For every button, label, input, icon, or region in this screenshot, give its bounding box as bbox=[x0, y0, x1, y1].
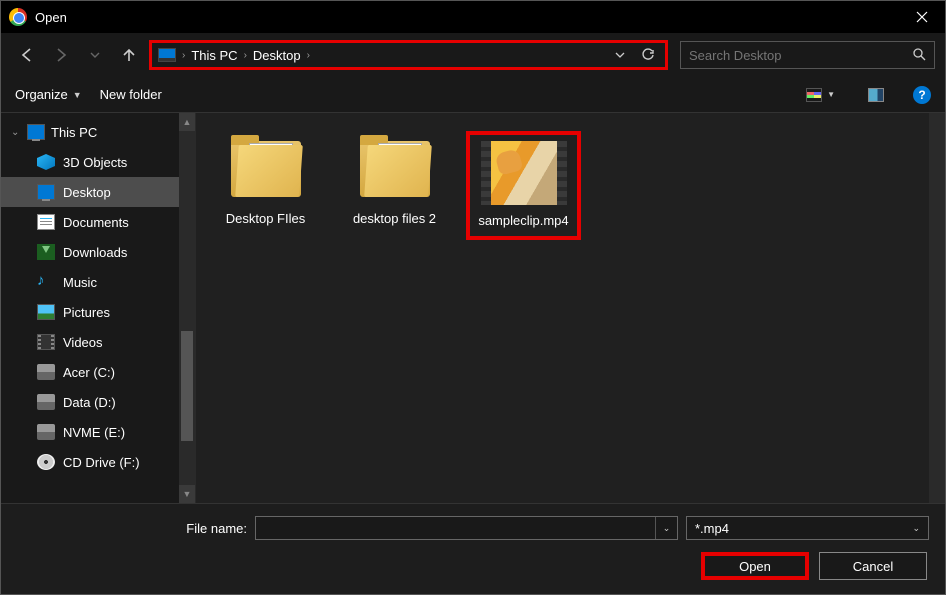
this-pc-icon bbox=[158, 48, 176, 62]
cube-icon bbox=[37, 154, 55, 170]
filename-dropdown[interactable]: ⌄ bbox=[655, 517, 677, 539]
chrome-icon bbox=[9, 8, 27, 26]
titlebar: Open bbox=[1, 1, 945, 33]
drive-icon bbox=[37, 364, 55, 380]
chevron-down-icon: ⌄ bbox=[912, 523, 920, 534]
sidebar-item-videos[interactable]: Videos bbox=[1, 327, 179, 357]
content-scrollbar[interactable] bbox=[929, 113, 945, 503]
breadcrumb-folder[interactable]: Desktop bbox=[253, 48, 301, 63]
scroll-up-icon[interactable]: ▲ bbox=[179, 113, 195, 131]
folder-desktop-files-2[interactable]: desktop files 2 bbox=[337, 131, 452, 232]
address-dropdown[interactable] bbox=[609, 43, 631, 67]
chevron-right-icon: › bbox=[182, 50, 185, 61]
scrollbar-thumb[interactable] bbox=[181, 331, 193, 441]
filename-input[interactable] bbox=[256, 517, 655, 539]
sidebar-item-data-d[interactable]: Data (D:) bbox=[1, 387, 179, 417]
folder-icon bbox=[356, 135, 434, 203]
cd-icon bbox=[37, 454, 55, 470]
view-options-button[interactable] bbox=[803, 84, 825, 106]
videos-icon bbox=[37, 334, 55, 350]
chevron-down-icon: ▼ bbox=[73, 90, 82, 100]
back-button[interactable] bbox=[13, 41, 41, 69]
scroll-down-icon[interactable]: ▼ bbox=[179, 485, 195, 503]
drive-icon bbox=[37, 424, 55, 440]
file-list[interactable]: Desktop FIles desktop files 2 sampleclip… bbox=[196, 113, 945, 503]
preview-pane-button[interactable] bbox=[865, 84, 887, 106]
new-folder-button[interactable]: New folder bbox=[100, 87, 162, 102]
organize-menu[interactable]: Organize ▼ bbox=[15, 87, 82, 102]
filename-field[interactable]: ⌄ bbox=[255, 516, 678, 540]
music-icon: ♪ bbox=[37, 274, 55, 290]
folder-icon bbox=[227, 135, 305, 203]
document-icon bbox=[37, 214, 55, 230]
breadcrumb-root[interactable]: This PC bbox=[191, 48, 237, 63]
address-bar[interactable]: › This PC › Desktop › bbox=[149, 40, 668, 70]
pictures-icon bbox=[37, 304, 55, 320]
chevron-right-icon: › bbox=[307, 50, 310, 61]
forward-button[interactable] bbox=[47, 41, 75, 69]
filename-label: File name: bbox=[17, 521, 247, 536]
sidebar-item-documents[interactable]: Documents bbox=[1, 207, 179, 237]
refresh-button[interactable] bbox=[637, 43, 659, 67]
sidebar-item-nvme-e[interactable]: NVME (E:) bbox=[1, 417, 179, 447]
help-button[interactable]: ? bbox=[913, 86, 931, 104]
window-title: Open bbox=[35, 10, 899, 25]
pc-icon bbox=[27, 124, 45, 140]
sidebar-scrollbar[interactable]: ▲ ▼ bbox=[179, 113, 195, 503]
sidebar-item-music[interactable]: ♪Music bbox=[1, 267, 179, 297]
download-icon bbox=[37, 244, 55, 260]
chevron-right-icon: › bbox=[244, 50, 247, 61]
close-button[interactable] bbox=[899, 1, 945, 33]
drive-icon bbox=[37, 394, 55, 410]
up-button[interactable] bbox=[115, 41, 143, 69]
folder-desktop-files[interactable]: Desktop FIles bbox=[208, 131, 323, 232]
sidebar-item-3d-objects[interactable]: 3D Objects bbox=[1, 147, 179, 177]
view-dropdown[interactable]: ▼ bbox=[827, 90, 835, 99]
sidebar-item-acer-c[interactable]: Acer (C:) bbox=[1, 357, 179, 387]
sidebar-item-this-pc[interactable]: ⌄ This PC bbox=[1, 117, 179, 147]
navigation-tree: ⌄ This PC 3D Objects Desktop Documents D… bbox=[1, 113, 179, 503]
open-button[interactable]: Open bbox=[701, 552, 809, 580]
file-type-filter[interactable]: *.mp4 ⌄ bbox=[686, 516, 929, 540]
search-icon bbox=[912, 47, 926, 64]
desktop-icon bbox=[37, 184, 55, 200]
file-sampleclip-mp4[interactable]: sampleclip.mp4 bbox=[466, 131, 581, 240]
sidebar-item-downloads[interactable]: Downloads bbox=[1, 237, 179, 267]
cancel-button[interactable]: Cancel bbox=[819, 552, 927, 580]
recent-dropdown[interactable] bbox=[81, 41, 109, 69]
sidebar-item-pictures[interactable]: Pictures bbox=[1, 297, 179, 327]
sidebar-item-cd-drive-f[interactable]: CD Drive (F:) bbox=[1, 447, 179, 477]
search-box[interactable] bbox=[680, 41, 935, 69]
sidebar-item-desktop[interactable]: Desktop bbox=[1, 177, 179, 207]
search-input[interactable] bbox=[689, 48, 912, 63]
video-file-icon bbox=[481, 141, 567, 205]
collapse-icon[interactable]: ⌄ bbox=[11, 127, 21, 138]
